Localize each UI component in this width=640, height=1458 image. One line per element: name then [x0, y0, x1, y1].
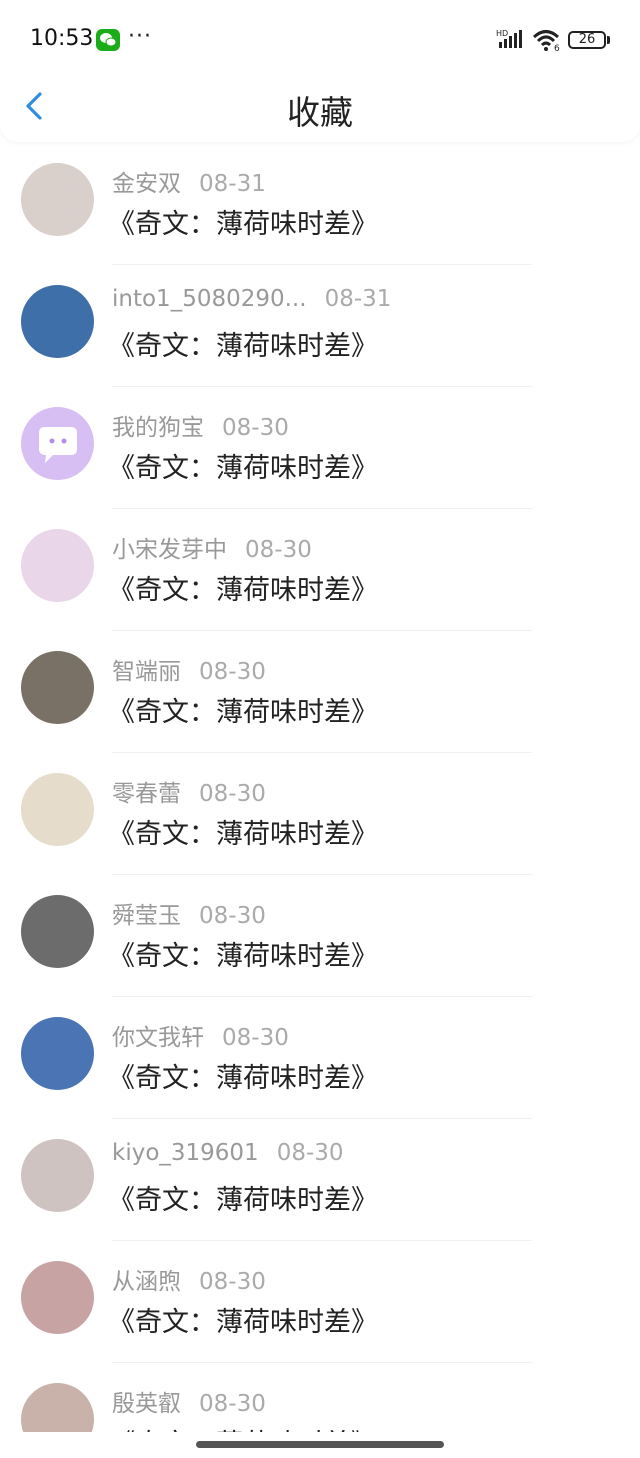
item-title[interactable]: 《奇文：薄荷味时差》	[108, 202, 378, 241]
battery-icon: 26	[568, 31, 606, 49]
divider	[112, 386, 532, 387]
avatar[interactable]	[21, 163, 94, 236]
page-title: 收藏	[287, 93, 353, 132]
user-name: kiyo_319601	[112, 1140, 259, 1166]
item-date: 08-30	[222, 1025, 289, 1051]
list-item[interactable]: 舜莹玉 08-30 《奇文：薄荷味时差》	[0, 876, 640, 998]
chat-bubble-icon	[39, 427, 77, 463]
avatar[interactable]	[21, 895, 94, 968]
divider	[112, 752, 532, 753]
divider	[112, 264, 532, 265]
list-item[interactable]: 零春蕾 08-30 《奇文：薄荷味时差》	[0, 754, 640, 876]
item-title[interactable]: 《奇文：薄荷味时差》	[108, 690, 378, 729]
divider	[112, 1362, 532, 1363]
item-title[interactable]: 《奇文：薄荷味时差》	[108, 324, 378, 363]
list-item[interactable]: kiyo_319601 08-30 《奇文：薄荷味时差》	[0, 1120, 640, 1242]
list-item[interactable]: 我的狗宝 08-30 《奇文：薄荷味时差》	[0, 388, 640, 510]
divider	[112, 1240, 532, 1241]
item-title[interactable]: 《奇文：薄荷味时差》	[108, 812, 378, 851]
avatar[interactable]	[21, 651, 94, 724]
item-date: 08-30	[276, 1140, 344, 1166]
item-date: 08-30	[199, 781, 266, 807]
user-name: 零春蕾	[112, 781, 181, 807]
avatar[interactable]	[21, 285, 94, 358]
wifi-label: 6	[554, 44, 560, 52]
user-name: into1_5080290...	[112, 286, 307, 312]
status-time: 10:53	[30, 26, 94, 51]
item-date: 08-30	[199, 1269, 266, 1295]
more-notifications-icon: ···	[128, 24, 152, 49]
user-name: 小宋发芽中	[112, 537, 227, 563]
item-date: 08-30	[199, 659, 266, 685]
user-name: 舜莹玉	[112, 903, 181, 929]
list-item[interactable]: 你文我轩 08-30 《奇文：薄荷味时差》	[0, 998, 640, 1120]
favorites-list: 金安双 08-31 《奇文：薄荷味时差》 into1_5080290... 08-3…	[0, 144, 640, 1432]
item-date: 08-30	[199, 1391, 266, 1417]
list-item[interactable]: into1_5080290... 08-31 《奇文：薄荷味时差》	[0, 266, 640, 388]
item-title[interactable]: 《奇文：薄荷味时差》	[108, 1422, 378, 1432]
item-date: 08-30	[245, 537, 312, 563]
item-title[interactable]: 《奇文：薄荷味时差》	[108, 1300, 378, 1339]
item-title[interactable]: 《奇文：薄荷味时差》	[108, 446, 378, 485]
wechat-icon	[96, 29, 120, 51]
user-name: 金安双	[112, 171, 181, 197]
user-name: 智端丽	[112, 659, 181, 685]
status-bar: 10:53 ··· HD 6 26	[0, 0, 640, 80]
divider	[112, 996, 532, 997]
item-date: 08-31	[199, 171, 266, 197]
divider	[112, 1118, 532, 1119]
nav-bar: 收藏	[0, 70, 640, 142]
divider	[112, 630, 532, 631]
wifi-icon: 6	[532, 28, 562, 56]
item-title[interactable]: 《奇文：薄荷味时差》	[108, 1056, 378, 1095]
avatar[interactable]	[21, 407, 94, 480]
list-item[interactable]: 从涵煦 08-30 《奇文：薄荷味时差》	[0, 1242, 640, 1364]
home-indicator[interactable]	[196, 1441, 444, 1448]
avatar[interactable]	[21, 529, 94, 602]
divider	[112, 874, 532, 875]
signal-icon: HD	[496, 28, 526, 54]
avatar[interactable]	[21, 1261, 94, 1334]
divider	[112, 508, 532, 509]
item-date: 08-31	[324, 286, 392, 312]
list-item[interactable]: 金安双 08-31 《奇文：薄荷味时差》	[0, 144, 640, 266]
avatar[interactable]	[21, 773, 94, 846]
list-item[interactable]: 智端丽 08-30 《奇文：薄荷味时差》	[0, 632, 640, 754]
item-date: 08-30	[222, 415, 289, 441]
user-name: 从涵煦	[112, 1269, 181, 1295]
item-date: 08-30	[199, 903, 266, 929]
user-name: 你文我轩	[112, 1025, 204, 1051]
avatar[interactable]	[21, 1139, 94, 1212]
user-name: 我的狗宝	[112, 415, 204, 441]
battery-tip	[607, 36, 610, 44]
list-item[interactable]: 殷英叡 08-30 《奇文：薄荷味时差》	[0, 1364, 640, 1432]
avatar[interactable]	[21, 1383, 94, 1432]
signal-hd-label: HD	[496, 29, 508, 38]
item-title[interactable]: 《奇文：薄荷味时差》	[108, 1178, 378, 1217]
item-title[interactable]: 《奇文：薄荷味时差》	[108, 568, 378, 607]
user-name: 殷英叡	[112, 1391, 181, 1417]
list-item[interactable]: 小宋发芽中 08-30 《奇文：薄荷味时差》	[0, 510, 640, 632]
avatar[interactable]	[21, 1017, 94, 1090]
item-title[interactable]: 《奇文：薄荷味时差》	[108, 934, 378, 973]
